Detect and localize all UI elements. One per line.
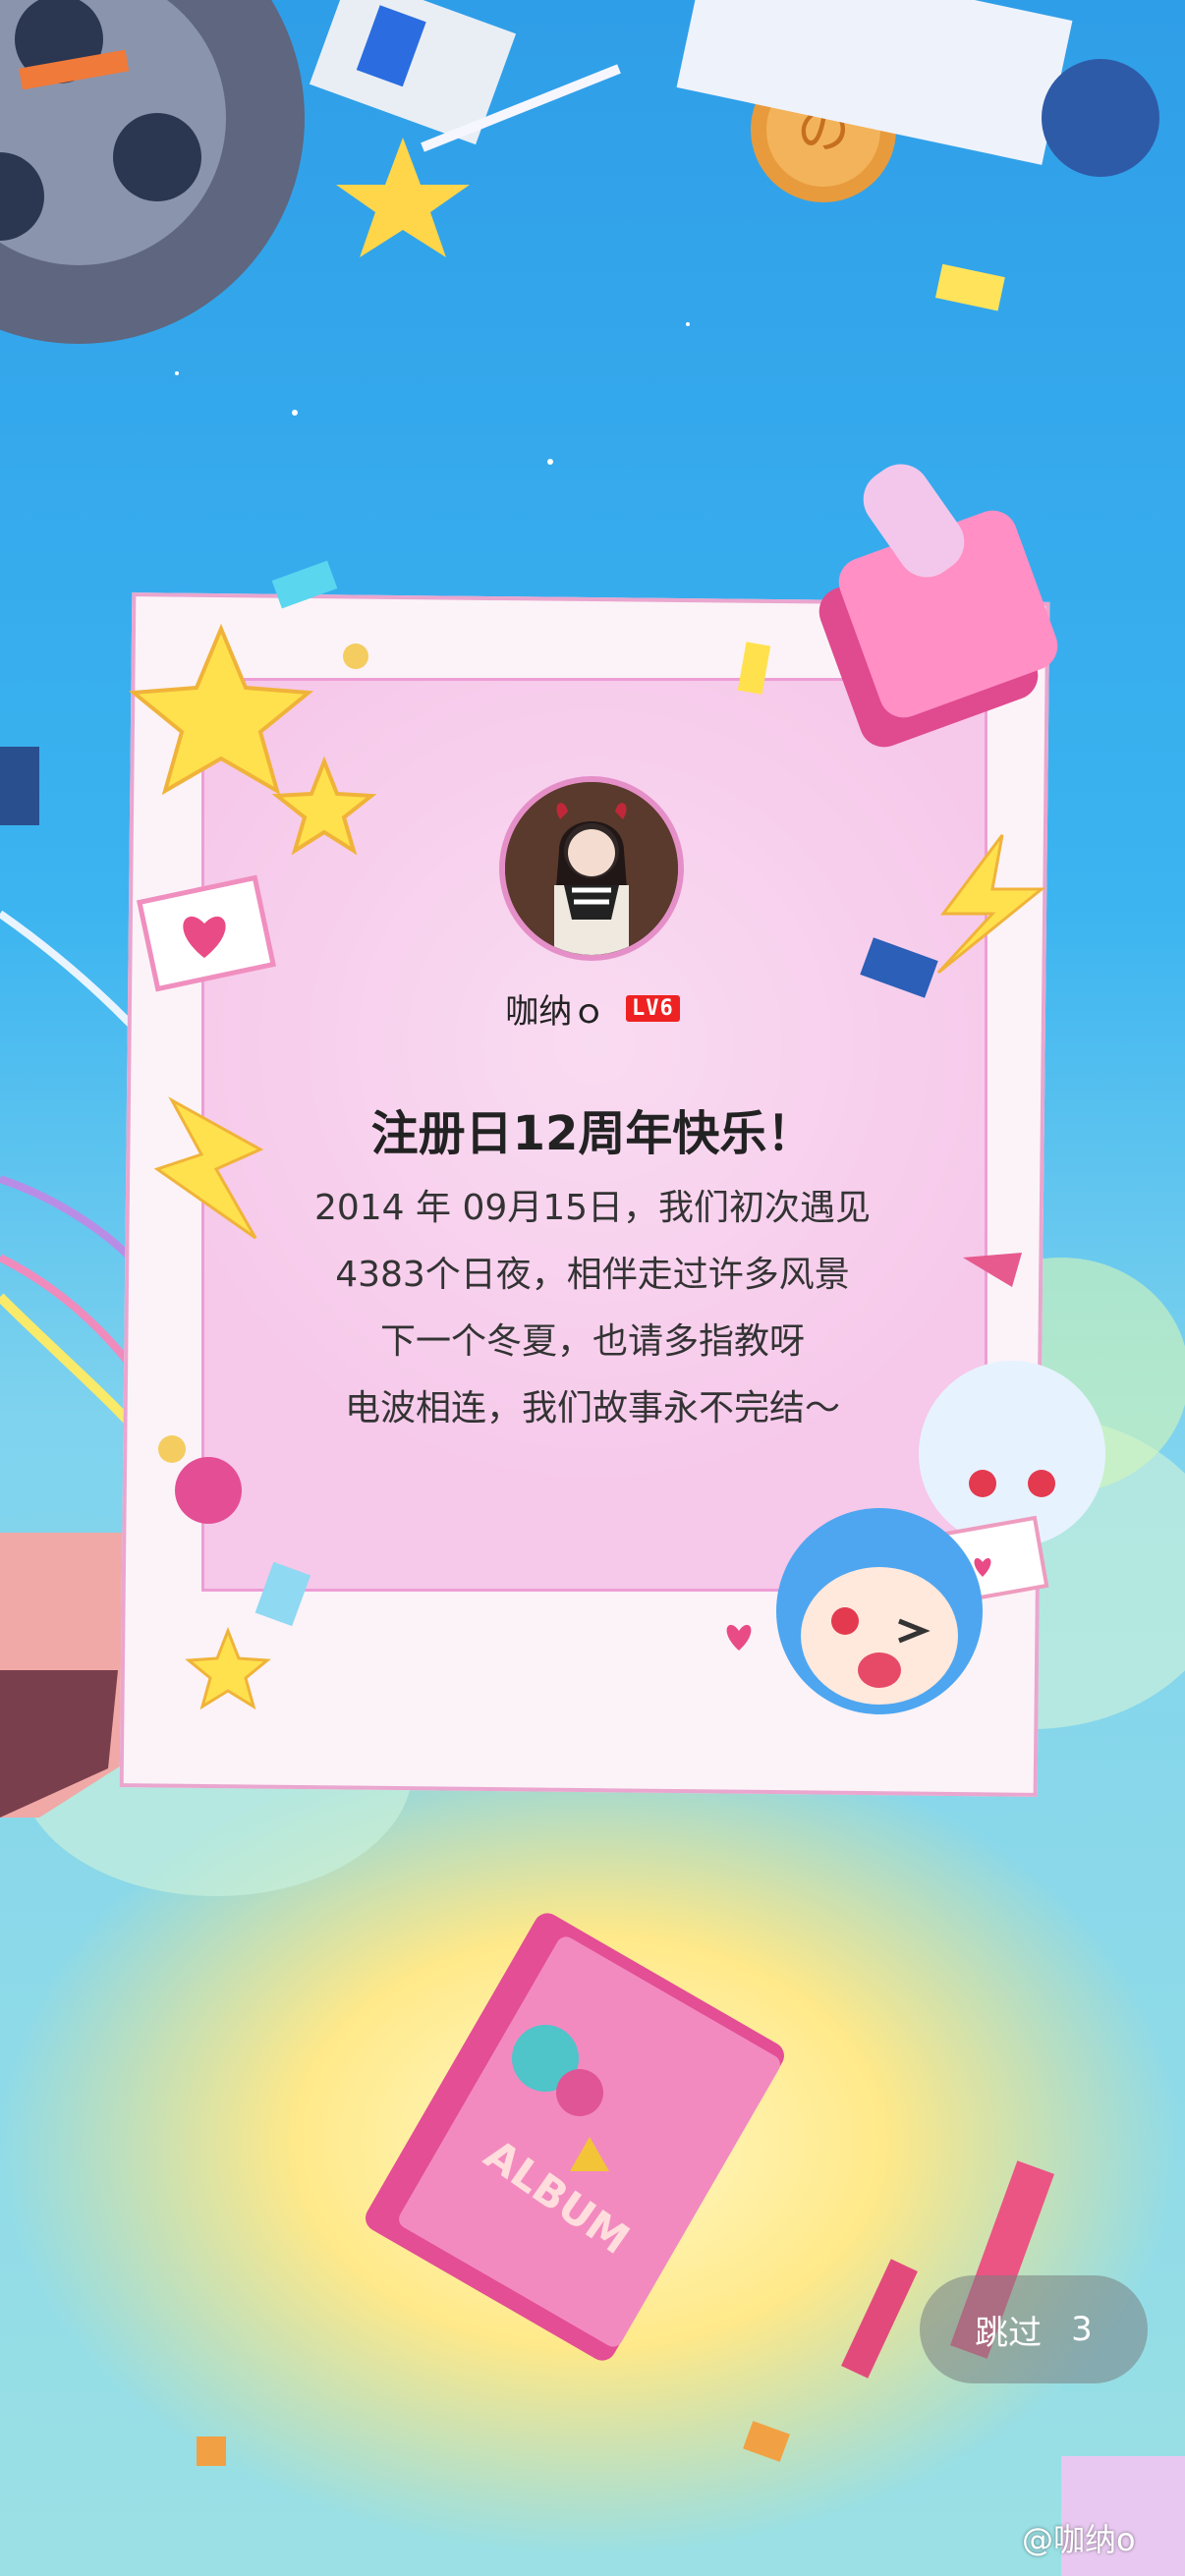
avatar[interactable] [499,776,684,961]
level-badge: LV6 [626,995,680,1022]
username-row: 咖纳ｏ LV6 [0,984,1185,1033]
skip-countdown: 3 [1071,2310,1093,2349]
avatar-photo [505,782,678,955]
anniversary-title: 注册日12周年快乐！ [370,1106,815,1161]
skip-label: 跳过 [975,2313,1043,2353]
message-line: 4383个日夜，相伴走过许多风景 [335,1255,850,1295]
message-line: 下一个冬夏，也请多指教呀 [379,1321,805,1362]
message-line: 2014 年 09月15日，我们初次遇见 [313,1188,872,1228]
username[interactable]: 咖纳ｏ [505,992,605,1032]
watermark: @咖纳o [1022,2521,1136,2558]
skip-button[interactable]: 跳过 3 [920,2275,1148,2383]
message-line: 电波相连，我们故事永不完结～ [344,1388,840,1428]
